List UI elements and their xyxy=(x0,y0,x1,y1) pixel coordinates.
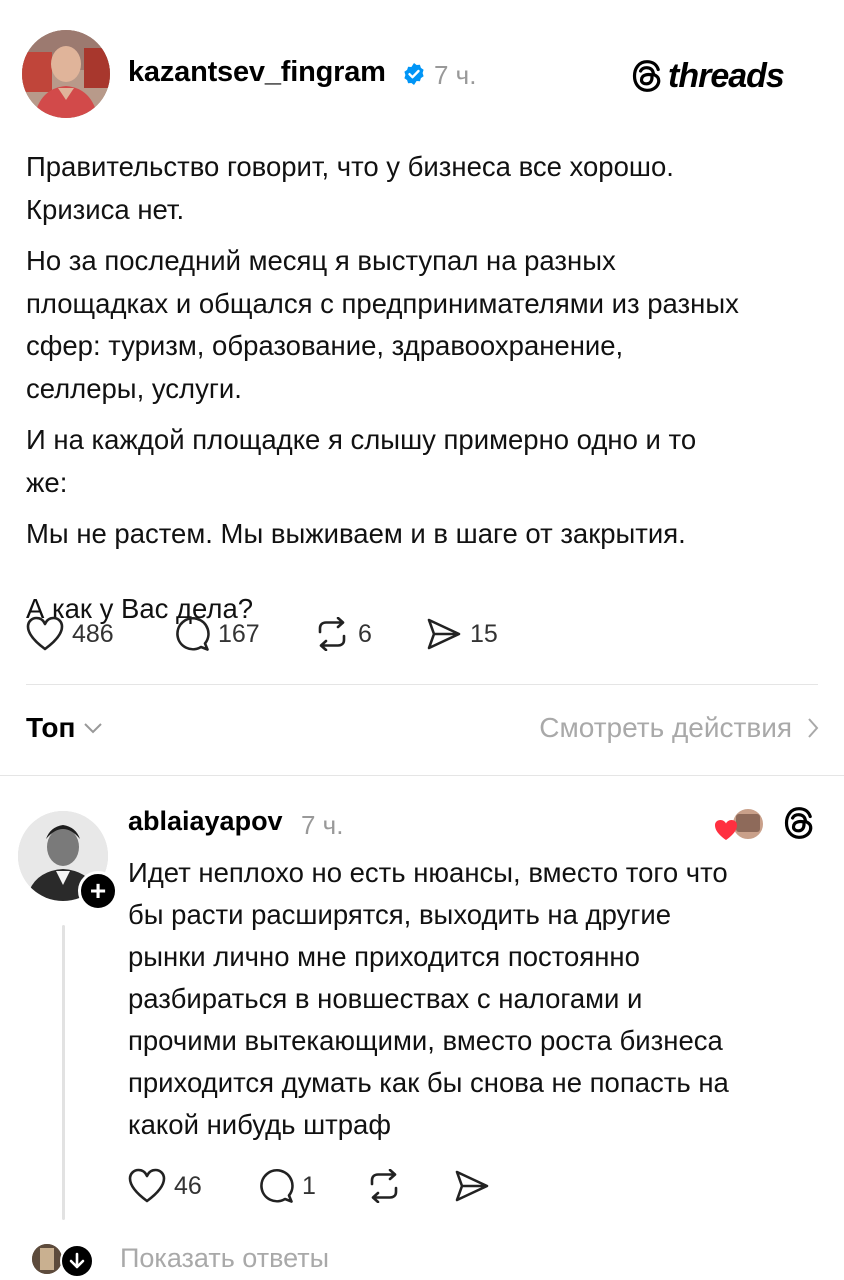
replier-avatar-small xyxy=(32,1244,62,1274)
reply-line: бы расти расширятся, выходить на другие xyxy=(128,899,672,930)
reply-comment-count: 1 xyxy=(302,1171,316,1200)
view-activity-link[interactable]: Смотреть действия xyxy=(539,712,820,744)
post-line: Правительство говорит, что у бизнеса все… xyxy=(26,151,674,182)
chevron-right-icon xyxy=(808,718,819,738)
post-line: сфер: туризм, образование, здравоохранен… xyxy=(26,330,624,361)
reply-line: разбираться в новшествах с налогами и xyxy=(128,983,643,1014)
liked-by-author-indicator xyxy=(714,806,766,846)
like-count: 486 xyxy=(72,619,114,648)
post-line: же: xyxy=(26,466,68,498)
heart-icon xyxy=(128,1168,166,1203)
threads-brand: threads xyxy=(632,56,785,96)
reply-share-button[interactable] xyxy=(454,1169,490,1203)
share-button[interactable]: 15 xyxy=(426,617,498,651)
post-body: Правительство говорит, что у бизнеса все… xyxy=(26,146,826,630)
post-line: Кризиса нет. xyxy=(26,193,185,225)
show-replies-button[interactable]: Показать ответы xyxy=(120,1243,329,1274)
reply-username[interactable]: ablaiayapov xyxy=(128,806,283,837)
share-count: 15 xyxy=(470,619,498,648)
divider xyxy=(26,684,818,685)
post-line: Мы не растем. Мы выживаем и в шаге от за… xyxy=(26,518,686,549)
chevron-down-icon xyxy=(84,723,103,734)
reply-line: рынки лично мне приходится постоянно xyxy=(128,941,640,972)
arrow-down-icon xyxy=(60,1244,94,1278)
repost-icon xyxy=(370,1169,398,1203)
follow-plus-button[interactable]: + xyxy=(78,871,118,911)
author-avatar[interactable] xyxy=(22,30,110,118)
plus-icon: + xyxy=(89,875,107,906)
post-line: Но за последний месяц я выступал на разн… xyxy=(26,245,616,276)
heart-icon xyxy=(715,820,737,840)
comment-icon xyxy=(176,616,210,651)
repost-icon xyxy=(318,617,346,651)
threads-logo-icon xyxy=(784,806,814,845)
sort-label: Топ xyxy=(26,712,76,743)
repost-count: 6 xyxy=(358,619,372,648)
post-line: площадках и общался с предпринимателями … xyxy=(26,287,739,319)
post-line: И на каждой площадке я слышу примерно од… xyxy=(26,424,697,455)
post-line: селлеры, услуги. xyxy=(26,372,242,404)
threads-logo-icon xyxy=(632,60,661,92)
heart-icon xyxy=(26,616,64,651)
comment-icon xyxy=(260,1168,294,1203)
repost-button[interactable]: 6 xyxy=(314,617,426,651)
like-button[interactable]: 486 xyxy=(26,616,174,652)
reply-line: Идет неплохо но есть нюансы, вместо того… xyxy=(128,857,728,888)
post-time: 7 ч. xyxy=(434,60,477,90)
verified-badge-icon xyxy=(402,62,426,86)
reply-actions: 46 1 xyxy=(128,1168,490,1204)
reply-like-button[interactable]: 46 xyxy=(128,1168,258,1204)
reply-body: Идет неплохо но есть нюансы, вместо того… xyxy=(128,852,818,1146)
reply-line: приходится думать как бы снова не попаст… xyxy=(128,1067,729,1098)
sort-dropdown[interactable]: Топ xyxy=(26,712,103,744)
share-icon xyxy=(455,1170,489,1202)
comment-button[interactable]: 167 xyxy=(174,616,314,652)
threads-wordmark: threads xyxy=(668,56,785,95)
reply-line: какой нибудь штраф xyxy=(128,1109,391,1140)
author-username[interactable]: kazantsev_fingram xyxy=(128,56,386,89)
comment-count: 167 xyxy=(218,619,260,648)
reply-repost-button[interactable] xyxy=(366,1169,454,1203)
divider xyxy=(0,775,844,776)
view-activity-label: Смотреть действия xyxy=(539,712,792,743)
reply-comment-button[interactable]: 1 xyxy=(258,1168,366,1204)
share-icon xyxy=(427,618,461,650)
post-actions: 486 167 6 15 xyxy=(26,616,498,652)
reply-time: 7 ч. xyxy=(301,810,344,840)
reply-like-count: 46 xyxy=(174,1171,202,1200)
reply-line: прочими вытекающими, вместо роста бизнес… xyxy=(128,1025,723,1056)
thread-line xyxy=(62,925,65,1220)
